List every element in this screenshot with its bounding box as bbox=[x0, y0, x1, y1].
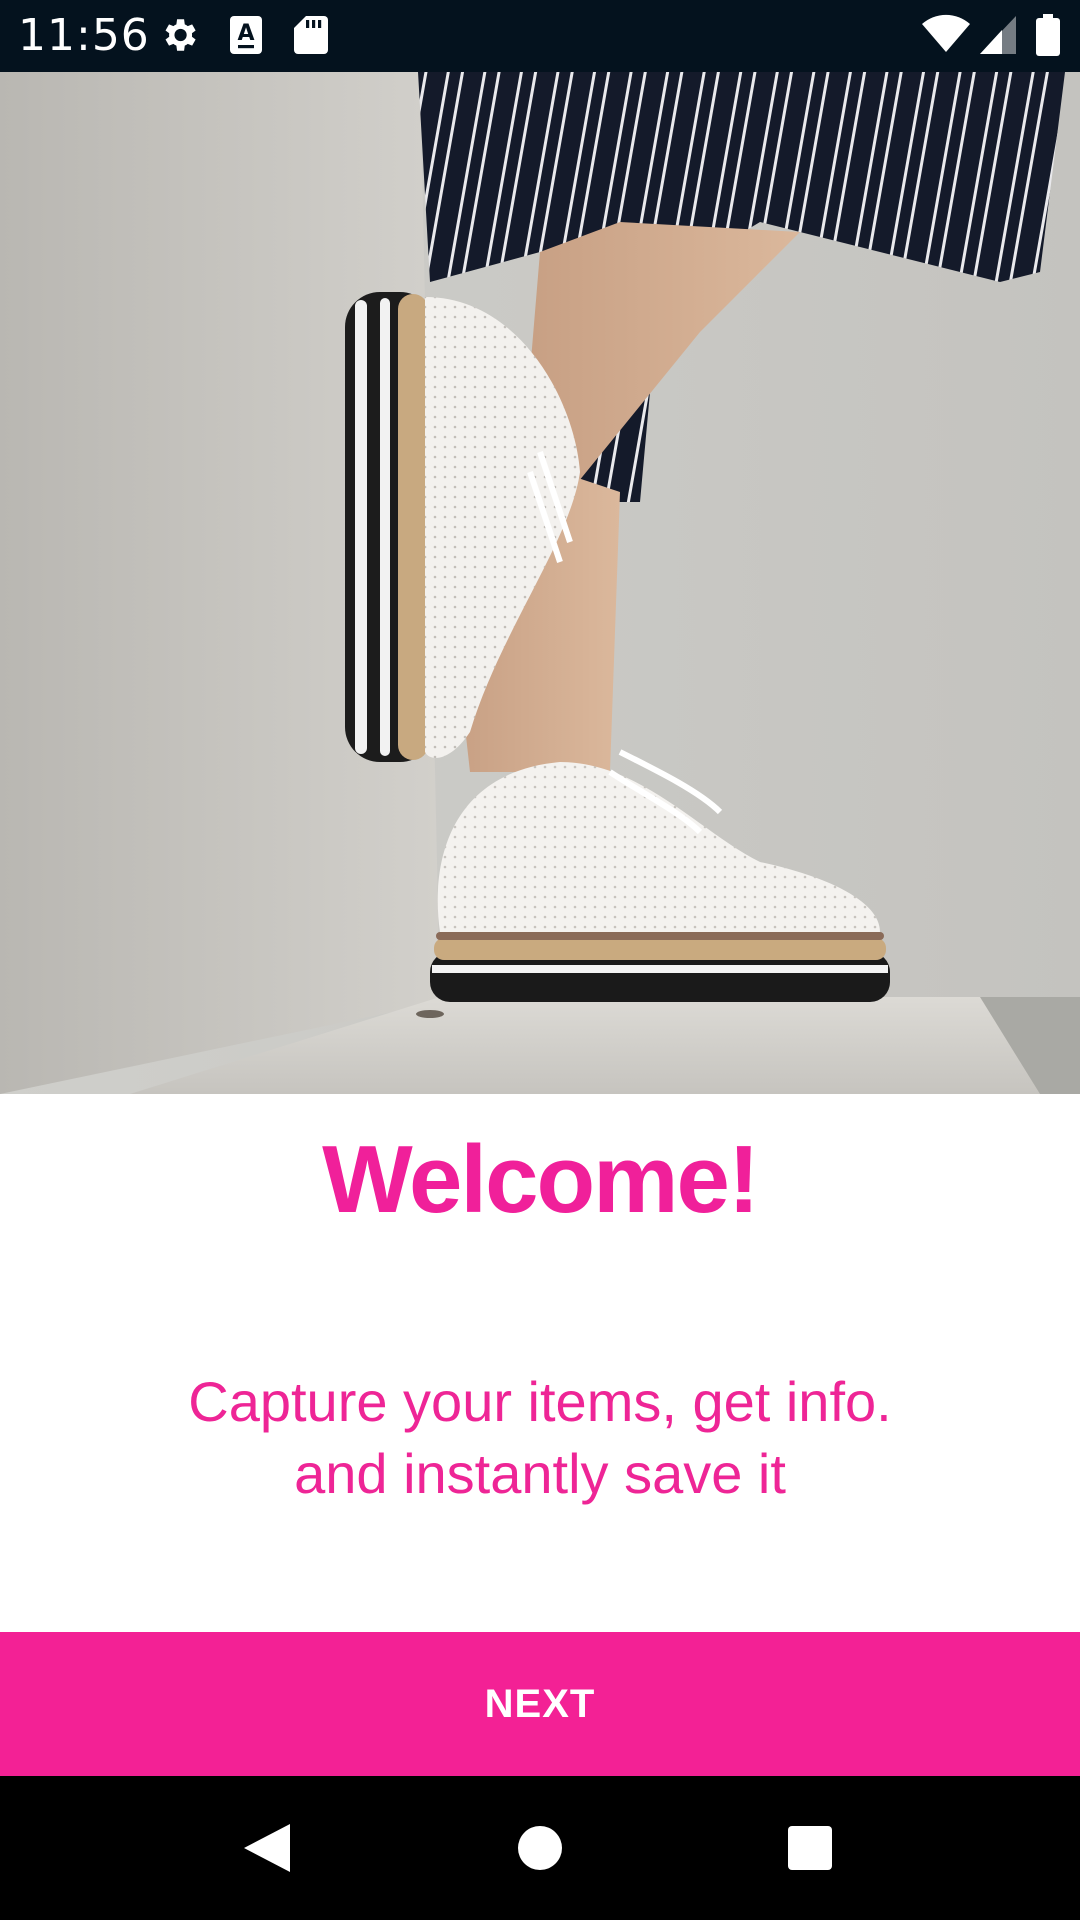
welcome-subtitle: Capture your items, get info. and instan… bbox=[100, 1366, 980, 1510]
svg-text:A: A bbox=[237, 21, 254, 46]
sd-card-icon bbox=[294, 14, 328, 56]
gear-icon bbox=[158, 14, 200, 56]
nav-bar bbox=[0, 1776, 1080, 1920]
status-bar: 11:56 A bbox=[0, 0, 1080, 72]
subtitle-line-2: and instantly save it bbox=[294, 1442, 786, 1505]
welcome-title: Welcome! bbox=[322, 1126, 760, 1233]
status-time: 11:56 bbox=[18, 10, 150, 61]
hero-image bbox=[0, 72, 1080, 1094]
home-icon bbox=[460, 1776, 620, 1920]
back-icon bbox=[188, 1776, 348, 1920]
recents-button[interactable] bbox=[730, 1776, 890, 1920]
next-button[interactable]: NEXT bbox=[0, 1632, 1080, 1776]
text-a-icon: A bbox=[228, 14, 264, 56]
recents-icon bbox=[730, 1776, 890, 1920]
signal-icon bbox=[980, 16, 1016, 54]
home-button[interactable] bbox=[460, 1776, 620, 1920]
subtitle-line-1: Capture your items, get info. bbox=[188, 1370, 892, 1433]
back-button[interactable] bbox=[188, 1776, 348, 1920]
battery-icon bbox=[1036, 14, 1060, 56]
wifi-icon bbox=[922, 14, 970, 54]
